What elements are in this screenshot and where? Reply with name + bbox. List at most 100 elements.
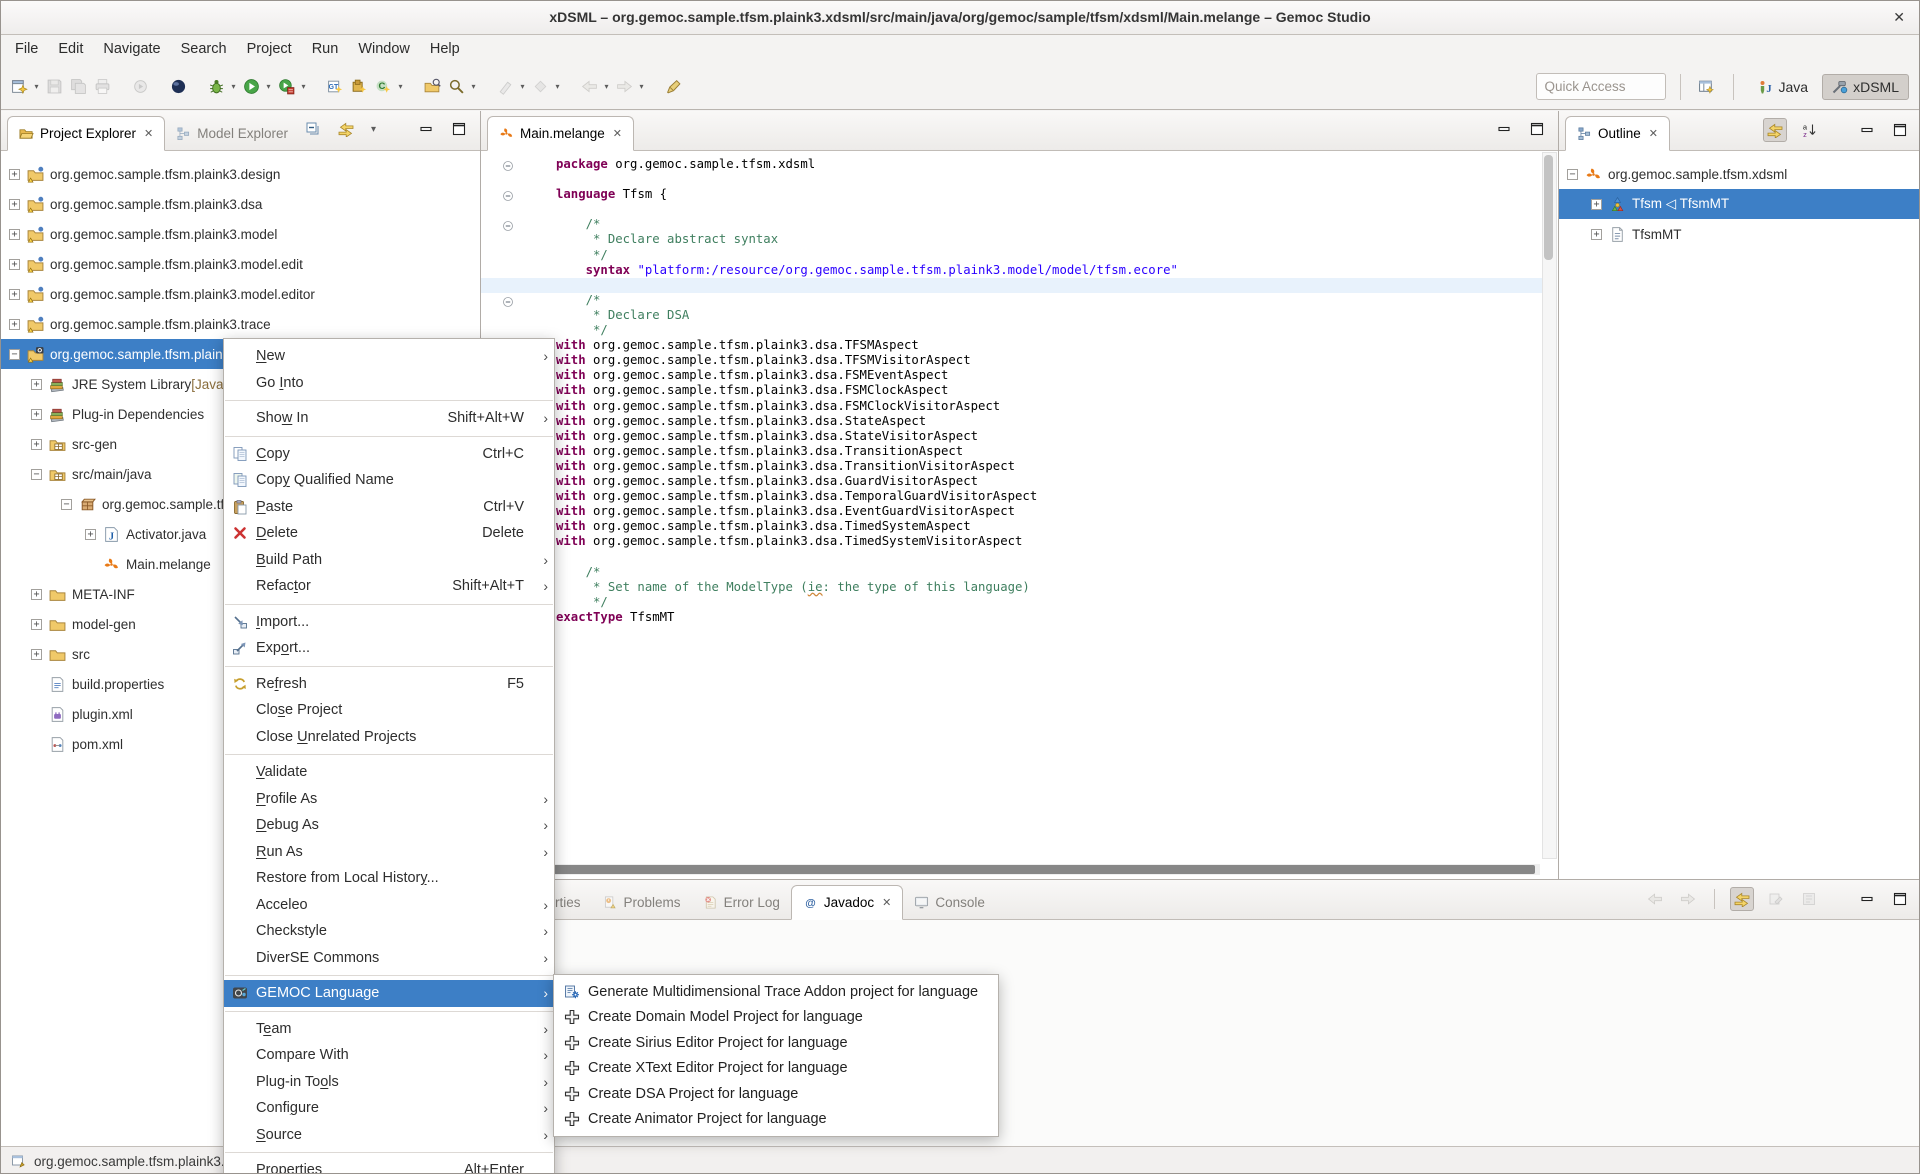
menu-item-debug-as[interactable]: Debug As› bbox=[224, 812, 554, 839]
code-line[interactable]: */ bbox=[481, 248, 1542, 263]
menu-item-run-as[interactable]: Run As› bbox=[224, 839, 554, 866]
tree-expander-icon[interactable]: + bbox=[31, 439, 42, 450]
search-dropdown[interactable]: ▾ bbox=[468, 82, 479, 91]
code-line[interactable]: */ bbox=[481, 323, 1542, 338]
minimize-button[interactable] bbox=[415, 118, 437, 140]
menu-item-show-in[interactable]: Show InShift+Alt+W› bbox=[224, 405, 554, 432]
tab-close-icon[interactable]: ✕ bbox=[882, 896, 891, 909]
menu-file[interactable]: File bbox=[5, 34, 48, 64]
menu-item-restore-from-local-history-[interactable]: Restore from Local History... bbox=[224, 865, 554, 892]
submenu-item-generate-multidimensional-trace[interactable]: Generate Multidimensional Trace Addon pr… bbox=[554, 979, 998, 1005]
link-editor-button[interactable] bbox=[1730, 887, 1754, 911]
menu-item-team[interactable]: Team› bbox=[224, 1016, 554, 1043]
tree-expander-icon[interactable]: + bbox=[31, 589, 42, 600]
outline-tree-row[interactable]: −org.gemoc.sample.tfsm.xdsml bbox=[1559, 159, 1920, 189]
tab-close-icon[interactable]: ✕ bbox=[613, 127, 622, 140]
menu-item-close-unrelated-projects[interactable]: Close Unrelated Projects bbox=[224, 724, 554, 751]
tree-expander-icon[interactable]: + bbox=[9, 319, 20, 330]
code-line[interactable]: with org.gemoc.sample.tfsm.plaink3.dsa.T… bbox=[481, 519, 1542, 534]
code-line[interactable]: */ bbox=[481, 595, 1542, 610]
tree-expander-icon[interactable]: − bbox=[9, 349, 20, 360]
new-wizard-button[interactable] bbox=[7, 75, 31, 99]
tree-expander-icon[interactable]: + bbox=[1591, 229, 1602, 240]
code-line[interactable] bbox=[481, 172, 1542, 187]
code-line[interactable]: exactType TfsmMT bbox=[481, 610, 1542, 625]
code-line[interactable]: with org.gemoc.sample.tfsm.plaink3.dsa.S… bbox=[481, 414, 1542, 429]
menu-navigate[interactable]: Navigate bbox=[93, 34, 170, 64]
sort-button[interactable]: az bbox=[1798, 119, 1820, 141]
project-tree-row[interactable]: +org.gemoc.sample.tfsm.plaink3.model.edi… bbox=[1, 249, 480, 279]
debug-button[interactable] bbox=[204, 75, 228, 99]
menu-item-paste[interactable]: PasteCtrl+V bbox=[224, 494, 554, 521]
tree-expander-icon[interactable]: + bbox=[9, 289, 20, 300]
maximize-button[interactable] bbox=[1526, 118, 1548, 140]
new-plugin-project-button[interactable] bbox=[347, 75, 371, 99]
outline-tree-row[interactable]: +Tfsm ◁ TfsmMT bbox=[1559, 189, 1920, 219]
scrollbar-thumb[interactable] bbox=[1544, 155, 1553, 260]
submenu-item-create-sirius-editor[interactable]: Create Sirius Editor Project for languag… bbox=[554, 1030, 998, 1056]
tree-expander-icon[interactable]: + bbox=[31, 619, 42, 630]
new-wizard-dropdown[interactable]: ▾ bbox=[31, 82, 42, 91]
menu-item-copy[interactable]: CopyCtrl+C bbox=[224, 441, 554, 468]
run-button[interactable] bbox=[239, 75, 263, 99]
bottom-tab-error-log[interactable]: Error Log bbox=[692, 886, 791, 919]
code-line[interactable]: /* bbox=[481, 293, 1542, 308]
project-tree-row[interactable]: +org.gemoc.sample.tfsm.plaink3.trace bbox=[1, 309, 480, 339]
code-line[interactable]: with org.gemoc.sample.tfsm.plaink3.dsa.T… bbox=[481, 444, 1542, 459]
tree-expander-icon[interactable]: + bbox=[31, 379, 42, 390]
maximize-button[interactable] bbox=[1889, 119, 1911, 141]
code-line[interactable]: with org.gemoc.sample.tfsm.plaink3.dsa.S… bbox=[481, 429, 1542, 444]
project-tree-row[interactable]: +org.gemoc.sample.tfsm.plaink3.model bbox=[1, 219, 480, 249]
menu-item-new[interactable]: New› bbox=[224, 343, 554, 370]
code-line[interactable]: with org.gemoc.sample.tfsm.plaink3.dsa.T… bbox=[481, 353, 1542, 368]
view-menu-icon[interactable]: ▾ bbox=[368, 124, 379, 135]
outline-tab-outline[interactable]: Outline✕ bbox=[1565, 116, 1670, 151]
code-line[interactable] bbox=[481, 278, 1542, 293]
search-button[interactable] bbox=[444, 75, 468, 99]
bottom-tab-problems[interactable]: Problems bbox=[592, 886, 692, 919]
code-line[interactable]: with org.gemoc.sample.tfsm.plaink3.dsa.T… bbox=[481, 338, 1542, 353]
editor-vertical-scrollbar[interactable] bbox=[1542, 152, 1557, 859]
menu-item-go-into[interactable]: Go Into bbox=[224, 370, 554, 397]
editor-tab-main-melange[interactable]: Main.melange✕ bbox=[487, 116, 634, 151]
tree-expander-icon[interactable]: + bbox=[9, 199, 20, 210]
minimize-button[interactable] bbox=[1856, 888, 1878, 910]
code-line[interactable] bbox=[481, 202, 1542, 217]
menu-item-build-path[interactable]: Build Path› bbox=[224, 547, 554, 574]
maximize-button[interactable] bbox=[1889, 888, 1911, 910]
menu-item-diverse-commons[interactable]: DiverSE Commons› bbox=[224, 945, 554, 972]
tree-expander-icon[interactable]: + bbox=[9, 229, 20, 240]
profile-button[interactable] bbox=[274, 75, 298, 99]
code-line[interactable]: /* bbox=[481, 565, 1542, 580]
menu-item-compare-with[interactable]: Compare With› bbox=[224, 1042, 554, 1069]
profile-dropdown[interactable]: ▾ bbox=[298, 82, 309, 91]
code-line[interactable]: with org.gemoc.sample.tfsm.plaink3.dsa.G… bbox=[481, 474, 1542, 489]
annotations-dropdown[interactable]: ▾ bbox=[552, 82, 563, 91]
new-class-button[interactable]: C bbox=[371, 75, 395, 99]
menu-item-validate[interactable]: Validate bbox=[224, 759, 554, 786]
tree-expander-icon[interactable]: + bbox=[1591, 199, 1602, 210]
collapse-all-button[interactable] bbox=[302, 118, 324, 140]
project-tree-row[interactable]: +org.gemoc.sample.tfsm.plaink3.model.edi… bbox=[1, 279, 480, 309]
menu-item-source[interactable]: Source› bbox=[224, 1122, 554, 1149]
menu-item-profile-as[interactable]: Profile As› bbox=[224, 786, 554, 813]
highlighter-button[interactable] bbox=[661, 75, 685, 99]
menu-item-configure[interactable]: Configure› bbox=[224, 1095, 554, 1122]
tree-expander-icon[interactable]: − bbox=[31, 469, 42, 480]
code-line[interactable] bbox=[481, 549, 1542, 564]
osgi-console-button[interactable] bbox=[166, 75, 190, 99]
tab-close-icon[interactable]: ✕ bbox=[1649, 127, 1658, 140]
open-plugin-artifact-button[interactable] bbox=[420, 75, 444, 99]
code-line[interactable]: package org.gemoc.sample.tfsm.xdsml bbox=[481, 157, 1542, 172]
menu-item-gemoc-language[interactable]: GEMOC Language› bbox=[224, 980, 554, 1007]
menu-search[interactable]: Search bbox=[171, 34, 237, 64]
code-line[interactable]: with org.gemoc.sample.tfsm.plaink3.dsa.T… bbox=[481, 489, 1542, 504]
menu-item-checkstyle[interactable]: Checkstyle› bbox=[224, 918, 554, 945]
menu-item-export-[interactable]: Export... bbox=[224, 635, 554, 662]
submenu-item-create-domain-model[interactable]: Create Domain Model Project for language bbox=[554, 1005, 998, 1031]
code-line[interactable]: * Declare DSA bbox=[481, 308, 1542, 323]
submenu-item-create-animator-project[interactable]: Create Animator Project for language bbox=[554, 1107, 998, 1133]
menu-item-refresh[interactable]: RefreshF5 bbox=[224, 671, 554, 698]
tree-expander-icon[interactable]: − bbox=[61, 499, 72, 510]
menu-item-refactor[interactable]: RefactorShift+Alt+T› bbox=[224, 573, 554, 600]
